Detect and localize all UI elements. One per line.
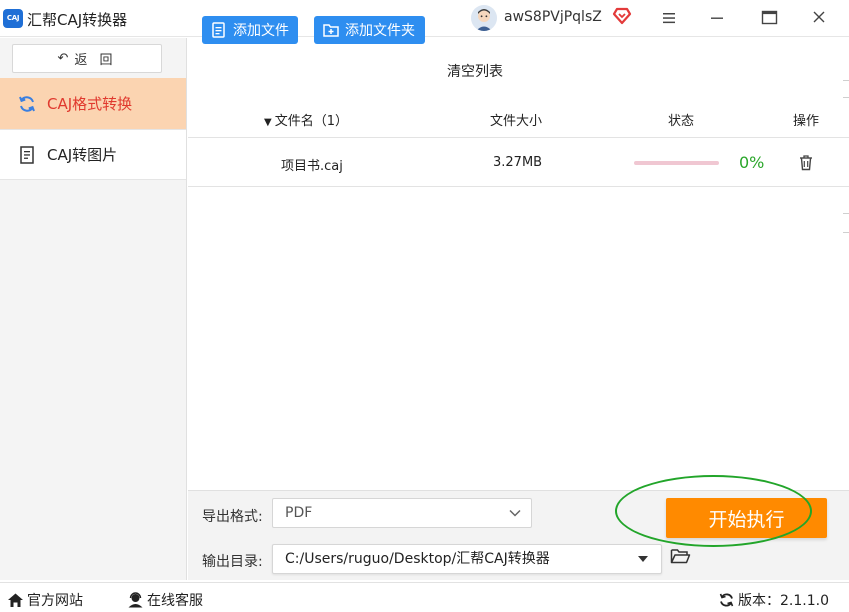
sidebar-item-caj-format-convert[interactable]: CAJ格式转换 — [0, 78, 186, 129]
back-button[interactable]: ↶ 返 回 — [12, 44, 162, 73]
edge-tick — [843, 80, 849, 81]
progress-bar — [634, 161, 719, 165]
output-dir-label: 输出目录: — [202, 554, 263, 570]
user-avatar[interactable] — [471, 5, 497, 31]
edge-tick — [843, 213, 849, 214]
heart-diamond-icon[interactable] — [612, 7, 632, 25]
close-icon[interactable] — [806, 6, 832, 30]
file-add-icon — [212, 22, 225, 38]
version-info[interactable]: 版本：2.1.1.0 — [718, 590, 829, 610]
online-service-link[interactable]: 在线客服 — [127, 590, 203, 610]
progress-percent: 0% — [739, 153, 765, 172]
edge-tick — [843, 232, 849, 233]
home-icon — [8, 593, 23, 607]
add-folder-label: 添加文件夹 — [345, 23, 415, 39]
undo-arrow-icon: ↶ — [57, 51, 69, 66]
folder-open-icon[interactable] — [670, 547, 691, 565]
caret-down-icon — [638, 556, 648, 562]
sidebar-item-caj-to-image[interactable]: CAJ转图片 — [0, 129, 186, 180]
sidebar: ↶ 返 回 CAJ格式转换 CAJ转图片 — [0, 38, 187, 580]
add-folder-button[interactable]: 添加文件夹 — [314, 16, 425, 44]
table-row[interactable]: 项目书.caj 3.27MB 0% — [188, 139, 849, 187]
sidebar-item-label: CAJ转图片 — [47, 146, 118, 164]
app-logo: CAJ — [3, 9, 23, 28]
status-bar: 官方网站 在线客服 版本：2.1.1.0 — [0, 582, 849, 612]
format-select-value: PDF — [285, 505, 313, 521]
document-icon — [20, 145, 34, 164]
add-file-button[interactable]: 添加文件 — [202, 16, 298, 44]
trash-icon[interactable] — [798, 154, 814, 171]
sync-icon — [719, 593, 734, 607]
edge-tick — [843, 97, 849, 98]
minimize-icon[interactable] — [704, 6, 730, 30]
action-column-header: 操作 — [793, 114, 820, 129]
maximize-icon[interactable] — [756, 6, 782, 30]
user-name[interactable]: awS8PVjPqlsZ — [504, 9, 602, 25]
clear-list-button[interactable]: 清空列表 — [447, 61, 503, 81]
start-button[interactable]: 开始执行 — [666, 498, 827, 538]
folder-add-icon — [323, 24, 339, 37]
official-website-link[interactable]: 官方网站 — [7, 590, 83, 610]
back-button-label: 返 回 — [74, 53, 117, 68]
avatar-icon — [471, 5, 497, 31]
format-label: 导出格式: — [202, 509, 263, 525]
sort-down-icon: ▼ — [264, 117, 272, 128]
file-size: 3.27MB — [493, 155, 543, 170]
status-column-header: 状态 — [668, 114, 695, 129]
output-dir-value: C:/Users/ruguo/Desktop/汇帮CAJ转换器 — [285, 551, 550, 567]
sidebar-item-label: CAJ格式转换 — [47, 95, 133, 113]
output-dir-select[interactable]: C:/Users/ruguo/Desktop/汇帮CAJ转换器 — [272, 544, 662, 574]
file-table-header: ▼ 文件名（1） 文件大小 状态 操作 — [188, 98, 849, 138]
refresh-icon — [19, 95, 35, 112]
size-column-header: 文件大小 — [490, 114, 543, 129]
format-select[interactable]: PDF — [272, 498, 532, 528]
hamburger-icon[interactable] — [656, 6, 682, 30]
chevron-down-icon — [509, 509, 521, 517]
filename-column-header[interactable]: ▼ 文件名（1） — [264, 110, 348, 129]
file-name: 项目书.caj — [281, 159, 343, 174]
add-file-label: 添加文件 — [233, 23, 289, 39]
app-title: 汇帮CAJ转换器 — [27, 11, 128, 29]
support-agent-icon — [128, 592, 143, 608]
